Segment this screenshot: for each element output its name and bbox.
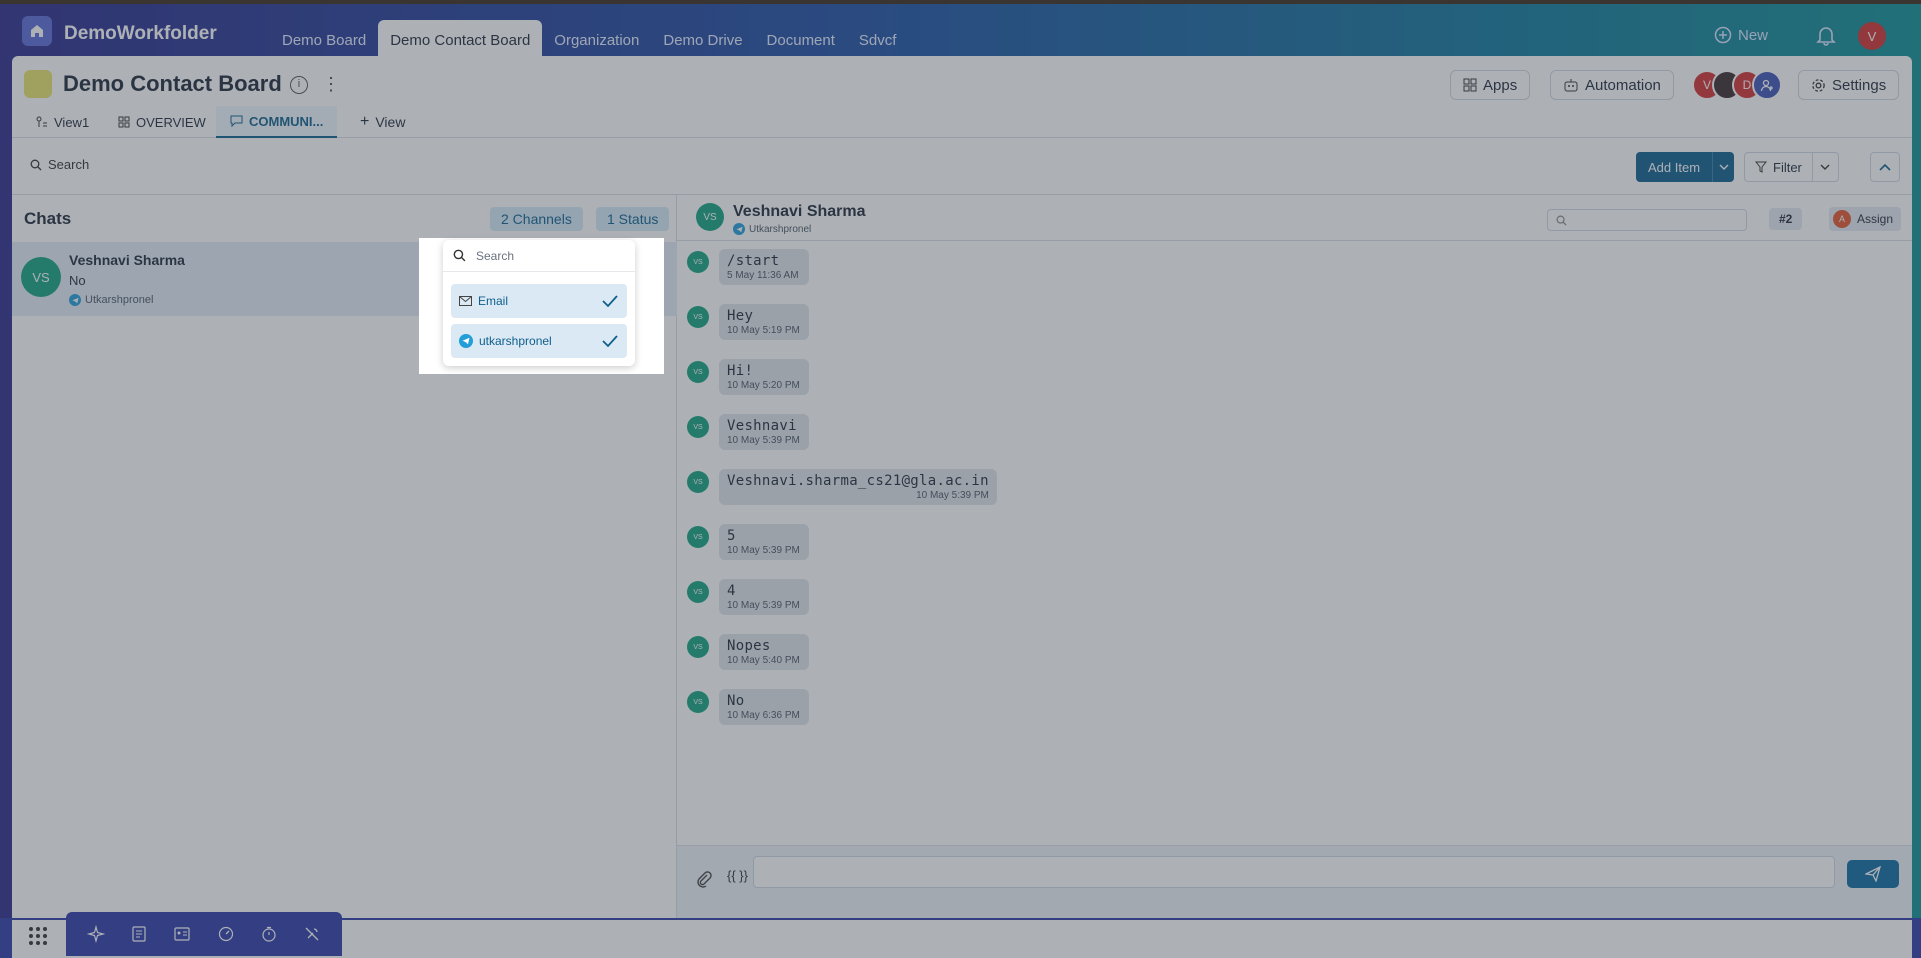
- option-label: Email: [478, 294, 509, 308]
- dropdown-search-placeholder: Search: [476, 248, 515, 263]
- dropdown-option-email[interactable]: Email: [451, 284, 627, 318]
- telegram-icon: [459, 334, 473, 348]
- modal-overlay[interactable]: [0, 0, 1921, 958]
- check-icon: [602, 335, 618, 348]
- check-icon: [602, 295, 618, 308]
- search-icon: [453, 249, 466, 262]
- dropdown-search-input[interactable]: Search: [443, 240, 635, 272]
- channels-dropdown: Search Email utkarshpronel: [443, 240, 635, 366]
- mail-icon: [459, 296, 472, 306]
- option-label: utkarshpronel: [479, 334, 552, 348]
- dropdown-option-utkarshpronel[interactable]: utkarshpronel: [451, 324, 627, 358]
